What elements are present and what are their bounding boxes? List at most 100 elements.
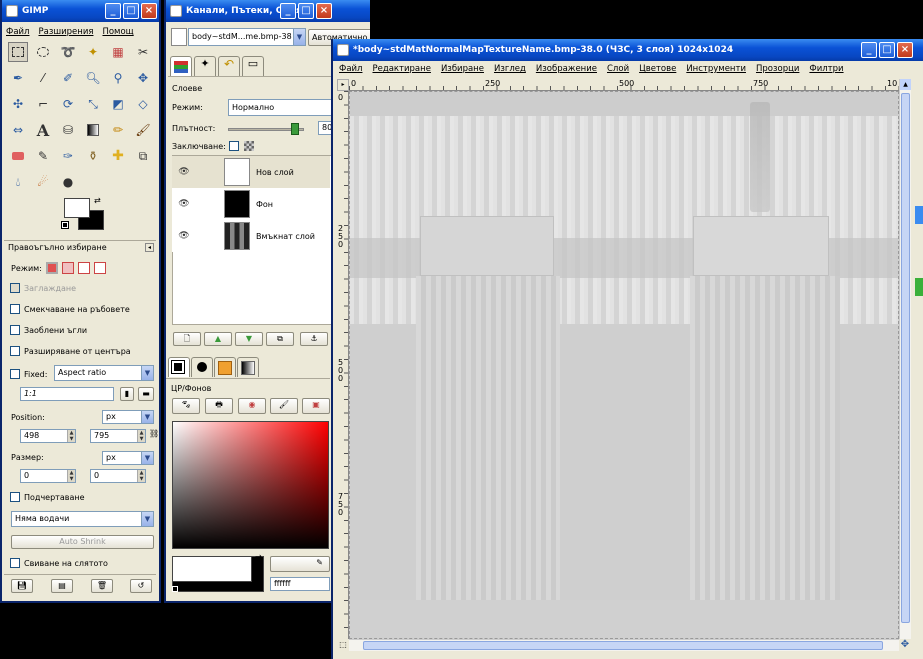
offscreen-button-blue[interactable] — [915, 206, 923, 224]
auto-shrink-button[interactable]: Auto Shrink — [11, 535, 154, 549]
guides-select[interactable]: Няма водачи ▼ — [11, 511, 154, 527]
move-tool-icon[interactable]: ✥ — [133, 68, 153, 88]
zoom-tool-icon[interactable]: 🔍︎ — [83, 68, 103, 88]
scroll-thumb[interactable] — [901, 93, 910, 623]
free-select-tool-icon[interactable]: ➰ — [58, 42, 78, 62]
raise-layer-button[interactable]: ▲ — [204, 332, 232, 346]
minimize-button[interactable]: _ — [105, 3, 121, 19]
close-button[interactable]: × — [141, 3, 157, 19]
layer-row[interactable]: 👁︎ Фон — [172, 188, 330, 220]
landscape-button[interactable]: ▬ — [138, 387, 154, 401]
paintbrush-tool-icon[interactable]: 🖌︎ — [133, 120, 153, 140]
restore-options-button[interactable]: ▤ — [51, 579, 73, 593]
lock-alpha-checkbox[interactable] — [229, 141, 239, 151]
color-picker-area[interactable] — [172, 421, 329, 549]
duplicate-layer-button[interactable]: ⧉ — [266, 332, 294, 346]
tab-fgbg-color[interactable] — [168, 357, 190, 377]
antialias-checkbox[interactable] — [10, 283, 20, 293]
quick-mask-icon[interactable]: ⬚ — [337, 639, 349, 651]
position-x-input[interactable]: 498 ▲ ▼ — [20, 429, 76, 443]
maximize-button[interactable]: □ — [123, 3, 139, 19]
shrink-merged-row[interactable]: Свиване на слятото — [10, 558, 108, 568]
ratio-input[interactable]: 1:1 — [20, 387, 114, 401]
menu-colors[interactable]: Цветове — [639, 64, 676, 74]
rounded-checkbox[interactable] — [10, 325, 20, 335]
expand-checkbox[interactable] — [10, 346, 20, 356]
lower-layer-button[interactable]: ▼ — [235, 332, 263, 346]
horizontal-scrollbar[interactable] — [349, 639, 899, 651]
foreground-color-swatch[interactable] — [64, 198, 90, 218]
menu-edit[interactable]: Редактиране — [372, 64, 430, 74]
default-colors-icon[interactable] — [172, 586, 178, 592]
eye-icon[interactable]: 👁︎ — [172, 167, 196, 177]
rounded-row[interactable]: Заоблени ъгли — [10, 325, 87, 335]
heal-tool-icon[interactable]: ✚ — [108, 146, 128, 166]
menu-view[interactable]: Изглед — [494, 64, 526, 74]
portrait-button[interactable]: ▮ — [120, 387, 134, 401]
rotate-tool-icon[interactable]: ⟳ — [58, 94, 78, 114]
menu-select[interactable]: Избиране — [441, 64, 484, 74]
clone-tool-icon[interactable]: ⚱ — [83, 146, 103, 166]
bucket-fill-tool-icon[interactable]: ⛁ — [58, 120, 78, 140]
rect-select-tool-icon[interactable] — [8, 42, 28, 62]
fixed-checkbox[interactable] — [10, 369, 20, 379]
ink-tool-icon[interactable]: ✑ — [58, 146, 78, 166]
delete-options-button[interactable]: 🗑︎ — [91, 579, 113, 593]
image-selector[interactable]: body~stdM...me.bmp-38 ▼ — [188, 28, 306, 46]
vertical-scrollbar[interactable]: ▲ — [899, 79, 911, 639]
spin-icon[interactable]: ▲ ▼ — [137, 430, 145, 442]
eyedropper-tool-icon[interactable]: ✐ — [58, 68, 78, 88]
menu-tools[interactable]: Инструменти — [686, 64, 746, 74]
save-options-button[interactable]: 💾︎ — [11, 579, 33, 593]
menu-layer[interactable]: Слой — [607, 64, 629, 74]
shrink-merged-checkbox[interactable] — [10, 558, 20, 568]
gimp-selector-button[interactable]: 🐾︎ — [172, 398, 200, 414]
scissors-tool-icon[interactable]: ✂ — [133, 42, 153, 62]
color-picker-tool-icon[interactable]: ⁄ — [33, 68, 53, 88]
layers-titlebar[interactable]: Канали, Пътеки, Отмя... _ □ × — [166, 0, 370, 22]
mode-add-icon[interactable] — [61, 262, 74, 274]
highlight-row[interactable]: Подчертаване — [10, 492, 85, 502]
size-w-input[interactable]: 0 ▲ ▼ — [20, 469, 76, 483]
tab-brushes[interactable] — [191, 357, 213, 377]
feather-checkbox[interactable] — [10, 304, 20, 314]
spin-icon[interactable]: ▲ ▼ — [67, 470, 75, 482]
eraser-tool-icon[interactable] — [8, 146, 28, 166]
mode-replace-icon[interactable] — [45, 262, 58, 274]
minimize-button[interactable]: _ — [861, 42, 877, 58]
size-unit-select[interactable]: px ▼ — [102, 451, 154, 465]
tab-gradients[interactable] — [237, 357, 259, 377]
menu-extensions[interactable]: Разширения — [38, 27, 93, 37]
opacity-slider-handle[interactable] — [291, 123, 299, 135]
measure-tool-icon[interactable]: ⚲ — [108, 68, 128, 88]
hex-input[interactable]: ffffff — [270, 577, 330, 591]
fixed-row[interactable]: Fixed: — [10, 369, 47, 379]
spin-icon[interactable]: ▲ ▼ — [67, 430, 75, 442]
maximize-button[interactable]: □ — [879, 42, 895, 58]
highlight-checkbox[interactable] — [10, 492, 20, 502]
layer-row[interactable]: 👁︎ Вмъкнат слой — [172, 220, 330, 252]
mode-subtract-icon[interactable] — [77, 262, 90, 274]
opacity-slider[interactable] — [228, 123, 304, 135]
scroll-up-icon[interactable]: ▲ — [900, 79, 911, 90]
tab-undo[interactable]: ↶ — [218, 56, 240, 76]
swap-colors-icon[interactable]: ⇄ — [255, 553, 262, 562]
tab-paths[interactable]: ▭ — [242, 56, 264, 76]
fixed-mode-select[interactable]: Aspect ratio ▼ — [54, 365, 154, 381]
align-tool-icon[interactable]: ✣ — [8, 94, 28, 114]
color-history-button[interactable]: ✎ — [270, 556, 330, 572]
toolbox-titlebar[interactable]: GIMP _ □ × — [2, 0, 159, 22]
scale-tool-icon[interactable]: ⤡ — [83, 94, 103, 114]
menu-filters[interactable]: Филтри — [809, 64, 843, 74]
triangle-selector-button[interactable]: ◉ — [238, 398, 266, 414]
minimize-button[interactable]: _ — [280, 3, 296, 19]
offscreen-button-green[interactable] — [915, 278, 923, 296]
dodge-burn-tool-icon[interactable]: ● — [58, 172, 78, 192]
navigate-icon[interactable]: ✥ — [899, 639, 911, 651]
panel-menu-icon[interactable]: ◂ — [145, 243, 154, 252]
maximize-button[interactable]: □ — [298, 3, 314, 19]
feather-row[interactable]: Смекчаване на ръбовете — [10, 304, 130, 314]
text-tool-icon[interactable]: A — [33, 120, 53, 140]
reset-options-button[interactable]: ↺ — [130, 579, 152, 593]
menu-windows[interactable]: Прозорци — [756, 64, 799, 74]
